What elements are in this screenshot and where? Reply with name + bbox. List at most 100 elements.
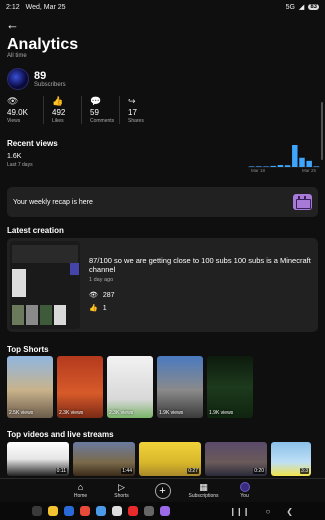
short-item[interactable]: 1.9K views [157,356,203,418]
share-icon: ↪ [128,96,136,106]
stat-value: 59 [90,108,99,117]
stat-value: 492 [52,108,66,117]
sparkline-bar [284,165,291,167]
sparkline-bar [256,166,262,167]
page-title: Analytics [7,36,79,53]
sparkline-bar [277,165,284,167]
short-views: 2.5K views [9,410,34,416]
nav-subscriptions[interactable]: ▦ Subscriptions [184,482,224,499]
top-shorts-title: Top Shorts [7,345,49,354]
short-views: 1.9K views [209,410,234,416]
eye-icon: 👁 [7,96,19,106]
avatar [7,68,29,90]
home-circle-icon[interactable]: ○ [265,507,270,516]
weekly-recap-card[interactable]: Your weekly recap is here [7,187,318,217]
video-duration: 0:20 [253,468,265,474]
top-videos-title: Top videos and live streams [7,430,114,439]
gear-icon[interactable] [144,506,154,516]
nav-shorts[interactable]: ▷ Shorts [102,482,142,499]
short-item[interactable]: 2.5K views [7,356,53,418]
stat-shares[interactable]: ↪ 17 Shares [121,96,158,124]
nav-label: Subscriptions [188,493,219,499]
stat-value: 17 [128,108,137,117]
sparkline-bar [299,157,305,167]
subscriptions-icon: ▦ [199,482,208,492]
video-item[interactable]: 0:11 [7,442,69,476]
stat-label: Views [7,118,21,124]
latest-video-time: 1 day ago [89,277,114,283]
stat-likes[interactable]: 👍 492 Likes [45,96,82,124]
nav-label: Home [73,493,88,499]
latest-likes: 👍 1 [89,304,107,313]
sparkline-bar [292,145,298,167]
video-duration: 0:11 [55,468,67,474]
short-item[interactable]: 1.9K views [207,356,253,418]
short-views: 2.3K views [109,410,134,416]
short-item[interactable]: 2.3K views [107,356,153,418]
video-thumbnail [10,241,80,329]
stat-value: 49.0K [7,108,28,117]
home-icon: ⌂ [77,482,84,492]
battery-badge: 83 [308,4,319,10]
latest-video-title: 87/100 so we are getting close to 100 su… [89,256,311,274]
stat-label: Likes [52,118,64,124]
app-icon[interactable] [80,506,90,516]
video-item[interactable]: 0:27 [139,442,201,476]
app-icon[interactable] [160,506,170,516]
stat-views[interactable]: 👁 49.0K Views [7,96,44,124]
sparkline-bar [313,166,320,167]
app-icon[interactable] [48,506,58,516]
top-shorts-list: 2.5K views 2.3K views 2.3K views 1.9K vi… [7,356,253,418]
create-plus-icon: + [154,482,171,499]
nav-you[interactable]: You [225,482,265,499]
top-bar: ← [6,16,19,34]
scrollbar[interactable] [321,102,323,160]
stats-row: 👁 49.0K Views 👍 492 Likes 💬 59 Comments … [7,96,159,124]
sparkline-bar [248,166,255,167]
top-videos-list: 0:11 1:44 0:27 0:20 3:3 [7,442,311,476]
recap-text: Your weekly recap is here [13,198,93,206]
nav-home[interactable]: ⌂ Home [61,482,101,499]
apps-grid-icon[interactable] [32,506,42,516]
latest-views-value: 287 [102,291,115,299]
shorts-icon: ▷ [118,482,125,492]
sparkline-bar [306,160,312,167]
app-icon[interactable] [64,506,74,516]
avatar [239,482,250,492]
calendar-icon [293,194,312,210]
page-subtitle: All time [7,53,27,59]
short-item[interactable]: 2.3K views [57,356,103,418]
sparkline-bar [270,165,276,167]
channel-summary: 89 Subscribers [7,68,66,90]
video-item[interactable]: 0:20 [205,442,267,476]
youtube-icon[interactable] [128,506,138,516]
stat-label: Shares [128,118,144,124]
system-nav-bar: ❙❙❙ ○ ❮ [0,502,325,520]
latest-creation-card[interactable]: 87/100 so we are getting close to 100 su… [7,238,318,332]
status-time: 2:12 [6,3,20,11]
app-icon[interactable] [96,506,106,516]
stat-comments[interactable]: 💬 59 Comments [83,96,120,124]
short-views: 1.9K views [159,410,184,416]
sparkline-bar [263,166,269,167]
latest-likes-value: 1 [102,304,107,312]
nav-create[interactable]: + [143,482,183,499]
signal-icon: ◢ [298,4,305,11]
video-duration: 3:3 [300,468,309,474]
subscriber-count: 89 [34,70,47,82]
back-icon[interactable]: ❮ [286,507,293,516]
recent-views-period: Last 7 days [7,162,33,168]
video-item[interactable]: 3:3 [271,442,311,476]
recents-icon[interactable]: ❙❙❙ [229,507,249,516]
sparkline-end-label: Mar 25 [302,168,317,173]
nav-label: You [240,493,249,499]
video-item[interactable]: 1:44 [73,442,135,476]
status-bar: 2:12 Wed, Mar 25 5G ◢ 83 [0,0,325,14]
status-date: Wed, Mar 25 [25,3,66,11]
back-arrow-icon[interactable]: ← [6,17,19,32]
app-icon[interactable] [112,506,122,516]
recent-views-title: Recent views [7,139,58,148]
thumbs-up-icon: 👍 [89,305,98,312]
video-duration: 0:27 [187,468,199,474]
bottom-nav: ⌂ Home ▷ Shorts + ▦ Subscriptions You [0,478,325,502]
